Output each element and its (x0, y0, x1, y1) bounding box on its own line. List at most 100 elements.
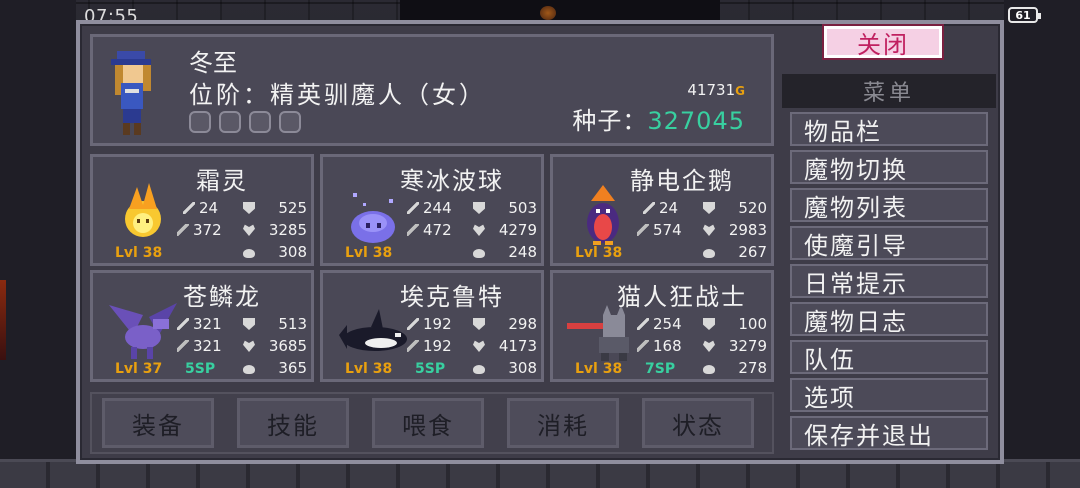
key-items-row (189, 111, 301, 133)
torch-glow (540, 6, 556, 20)
lava-glow (0, 280, 6, 360)
monster-name: 埃克鲁特 (400, 283, 504, 311)
food-stat: 365 (243, 359, 307, 377)
food-stat: 267 (703, 243, 767, 261)
monster-level: Lvl 38 (115, 245, 163, 261)
consume-button[interactable]: 消耗 (507, 398, 619, 448)
monster-card-3[interactable]: 静电企鹅 24 520 574 2983 267 Lvl 38 (550, 154, 774, 266)
health-stat: 4279 (473, 221, 537, 239)
wand-icon (407, 224, 419, 236)
heart-icon (703, 224, 715, 236)
menu-item-monster-journal[interactable]: 魔物日志 (790, 302, 988, 336)
monster-name: 静电企鹅 (630, 167, 734, 195)
monster-card-4[interactable]: 苍鳞龙 321 513 321 3685 365 Lvl 37 5SP (90, 270, 314, 382)
magic-stat: 168 (637, 337, 682, 355)
magic-stat: 574 (637, 221, 682, 239)
skill-points: 5SP (185, 361, 216, 377)
skill-points: 5SP (415, 361, 446, 377)
menu-item-familiar-guide[interactable]: 使魔引导 (790, 226, 988, 260)
menu-item-inventory[interactable]: 物品栏 (790, 112, 988, 146)
background-wall-left (0, 0, 76, 488)
gold-unit: G (735, 84, 745, 98)
hero-sprite (111, 51, 151, 135)
menu-item-switch-monster[interactable]: 魔物切换 (790, 150, 988, 184)
monster-level: Lvl 38 (575, 245, 623, 261)
monster-card-6[interactable]: 猫人狂战士 254 100 168 3279 278 Lvl 38 7SP (550, 270, 774, 382)
sword-icon (643, 202, 655, 214)
defense-stat: 503 (473, 199, 537, 217)
sword-icon (407, 318, 419, 330)
monster-card-1[interactable]: 霜灵 24 525 372 3285 308 Lvl 38 (90, 154, 314, 266)
defense-stat: 525 (243, 199, 307, 217)
defense-stat: 520 (703, 199, 767, 217)
monster-name: 猫人狂战士 (617, 283, 747, 311)
menu-item-daily-tips[interactable]: 日常提示 (790, 264, 988, 298)
heart-icon (243, 340, 255, 352)
equip-button[interactable]: 装备 (102, 398, 214, 448)
defense-stat: 298 (473, 315, 537, 333)
monster-name: 寒冰波球 (400, 167, 504, 195)
gold-value: 41731 (687, 81, 736, 99)
status-button[interactable]: 状态 (642, 398, 754, 448)
monster-card-5[interactable]: 埃克鲁特 192 298 192 4173 308 Lvl 38 5SP (320, 270, 544, 382)
wand-icon (177, 340, 189, 352)
attack-stat: 192 (407, 315, 452, 333)
key-item-icon (189, 111, 211, 133)
wand-icon (637, 340, 649, 352)
feed-button[interactable]: 喂食 (372, 398, 484, 448)
magic-stat: 192 (407, 337, 452, 355)
gold-amount: 41731G (687, 81, 745, 99)
bowl-icon (473, 249, 485, 258)
shield-icon (703, 318, 715, 330)
monster-level: Lvl 37 (115, 361, 163, 377)
skills-button[interactable]: 技能 (237, 398, 349, 448)
menu-item-monster-list[interactable]: 魔物列表 (790, 188, 988, 222)
health-stat: 2983 (703, 221, 767, 239)
monster-name: 苍鳞龙 (183, 283, 261, 311)
food-stat: 278 (703, 359, 767, 377)
heart-icon (703, 340, 715, 352)
bowl-icon (473, 365, 485, 374)
attack-stat: 244 (407, 199, 452, 217)
bowl-icon (703, 365, 715, 374)
seed-display: 种子：327045 (572, 101, 745, 136)
sword-icon (183, 202, 195, 214)
wand-icon (407, 340, 419, 352)
health-stat: 3685 (243, 337, 307, 355)
sword-icon (407, 202, 419, 214)
menu-item-options[interactable]: 选项 (790, 378, 988, 412)
heart-icon (473, 224, 485, 236)
food-stat: 308 (243, 243, 307, 261)
magic-stat: 321 (177, 337, 222, 355)
seed-label: 种子： (572, 107, 648, 135)
monster-level: Lvl 38 (575, 361, 623, 377)
shield-icon (473, 202, 485, 214)
hero-rank: 位阶：精英驯魔人（女） (189, 81, 486, 109)
magic-stat: 372 (177, 221, 222, 239)
key-item-icon (249, 111, 271, 133)
monster-name: 霜灵 (196, 167, 248, 195)
key-item-icon (219, 111, 241, 133)
food-stat: 308 (473, 359, 537, 377)
monster-card-2[interactable]: 寒冰波球 244 503 472 4279 248 Lvl 38 (320, 154, 544, 266)
attack-stat: 24 (643, 199, 678, 217)
battery-icon: 61 (1008, 7, 1041, 23)
menu-header: 菜单 (782, 74, 996, 108)
background-wall-right (1004, 0, 1080, 488)
attack-stat: 254 (637, 315, 682, 333)
monster-level: Lvl 38 (345, 245, 393, 261)
background-ceiling (400, 0, 720, 20)
health-stat: 3285 (243, 221, 307, 239)
hero-name: 冬至 (189, 49, 237, 77)
menu-item-save-quit[interactable]: 保存并退出 (790, 416, 988, 450)
shield-icon (243, 318, 255, 330)
attack-stat: 321 (177, 315, 222, 333)
food-stat: 248 (473, 243, 537, 261)
shield-icon (243, 202, 255, 214)
skill-points: 7SP (645, 361, 676, 377)
menu-item-party[interactable]: 队伍 (790, 340, 988, 374)
sword-icon (177, 318, 189, 330)
close-button[interactable]: 关闭 (824, 26, 942, 59)
wand-icon (637, 224, 649, 236)
attack-stat: 24 (183, 199, 218, 217)
